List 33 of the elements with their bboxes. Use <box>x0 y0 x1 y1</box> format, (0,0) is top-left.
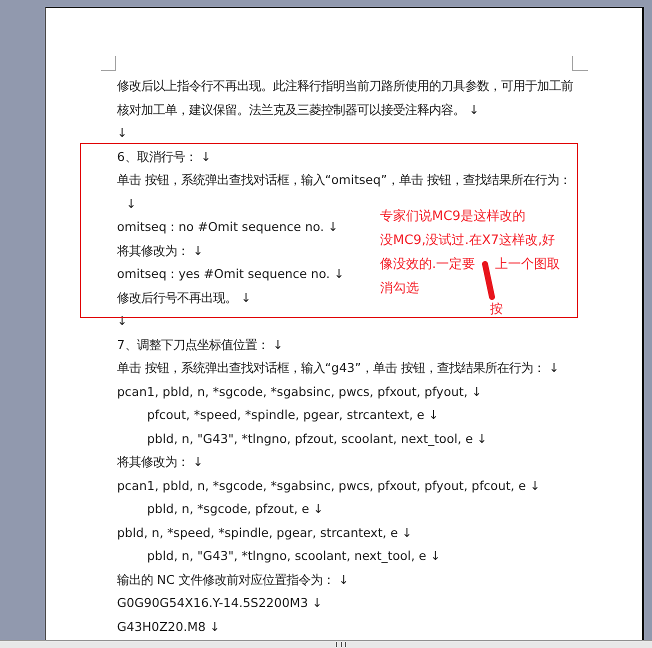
annotation-text: 消勾选 <box>380 281 419 296</box>
crop-mark <box>572 56 588 71</box>
text-line: pbld, n, "G43", *tlngno, pfzout, scoolant, next_tool, e ↓ <box>147 430 488 448</box>
text-line: 输出的 NC 文件修改前对应位置指令为： ↓ <box>117 572 349 588</box>
text-line: 将其修改为： ↓ <box>117 454 204 471</box>
text-line: 修改后行号不再出现。 ↓ <box>117 290 252 306</box>
text-line: ↓ <box>126 196 136 212</box>
text-line: pbld, n, "G43", *tlngno, scoolant, next_tool, e ↓ <box>147 548 441 565</box>
text-line: pcan1, pbld, n, *sgcode, *sgabsinc, pwcs, pfxout, pfyout, ↓ <box>117 384 482 400</box>
text-line: 单击 按钮，系统弹出查找对话框，输入“omitseq”，单击 按钮，查找结果所在行为： <box>117 172 572 189</box>
text-line: 将其修改为： ↓ <box>117 242 204 260</box>
crop-mark <box>101 56 116 71</box>
text-line: G43H0Z20.M8 ↓ <box>117 618 220 636</box>
text-line: 修改后以上指令行不再出现。此注释行指明当前刀路所使用的刀具参数，可用于加工前 <box>117 78 573 95</box>
text-line: pcan1, pbld, n, *sgcode, *sgabsinc, pwcs, pfxout, pfyout, pfcout, e ↓ <box>117 478 540 494</box>
text-line: G0G90G54X16.Y-14.5S2200M3 ↓ <box>117 595 322 612</box>
text-line: 核对加工单，建议保留。法兰克及三菱控制器可以接受注释内容。 ↓ <box>117 102 480 118</box>
text-line: omitseq : yes #Omit sequence no. ↓ <box>117 266 344 283</box>
annotation-text: 专家们说MC9是这样改的 <box>380 209 526 224</box>
scrollbar[interactable] <box>0 640 652 648</box>
text-line: 7、调整下刀点坐标值位置： ↓ <box>117 336 284 354</box>
annotation-text: 上一个图取 <box>495 256 560 274</box>
text-line: 单击 按钮，系统弹出查找对话框，输入“g43”，单击 按钮，查找结果所在行为： ↓ <box>117 360 560 377</box>
text-line: 6、取消行号： ↓ <box>117 148 212 166</box>
text-line: pbld, n, *speed, *spindle, pgear, strcantext, e ↓ <box>117 524 412 542</box>
text-line: omitseq : no #Omit sequence no. ↓ <box>117 219 338 236</box>
text-line: pbld, n, *sgcode, pfzout, e ↓ <box>147 501 324 518</box>
text-line: pfcout, *speed, *spindle, pgear, strcantext, e ↓ <box>147 407 439 424</box>
annotation-text: 按 <box>490 301 503 319</box>
text-line: ↓ <box>117 125 128 142</box>
annotation-text: 像没效的.一定要 <box>380 257 476 272</box>
annotation-text: 没MC9,没试过.在X7这样改,好 <box>380 233 556 248</box>
pen-stroke <box>482 260 496 302</box>
